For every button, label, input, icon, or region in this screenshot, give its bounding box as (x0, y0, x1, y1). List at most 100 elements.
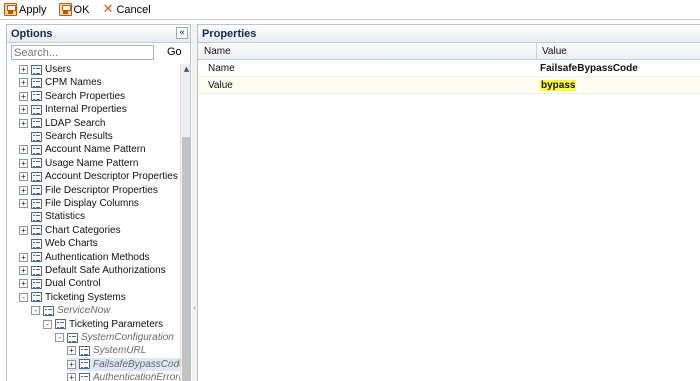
expand-node-icon[interactable]: + (19, 145, 28, 155)
tree-item[interactable]: + SystemURL (67, 344, 180, 357)
tree-item[interactable]: + Authentication Methods (19, 251, 180, 264)
tree-item[interactable]: + FailsafeBypassCode (67, 357, 180, 371)
property-name-cell: Name (208, 63, 235, 74)
ok-label: OK (73, 3, 90, 16)
expand-node-icon[interactable]: + (67, 373, 76, 381)
go-button[interactable]: Go (167, 46, 182, 58)
settings-node-icon (31, 131, 42, 142)
tree-item-label: Statistics (45, 211, 86, 223)
tree-item[interactable]: - Ticketing Parameters (43, 318, 180, 331)
settings-node-icon (31, 225, 42, 236)
tree-item[interactable]: Search Results (19, 130, 180, 143)
scroll-up-icon[interactable]: ▲ (181, 64, 190, 74)
property-name-cell: Value (208, 80, 233, 91)
ok-button[interactable]: OK (58, 2, 90, 18)
expand-node-icon[interactable]: + (19, 158, 28, 168)
tree-item[interactable]: - ServiceNow (31, 304, 180, 317)
tree-item[interactable]: Web Charts (19, 237, 180, 250)
collapse-node-icon[interactable]: - (19, 292, 28, 302)
expand-node-icon[interactable]: + (19, 185, 28, 195)
toolbar-divider (0, 19, 700, 20)
tree-item[interactable]: + Internal Properties (19, 103, 180, 116)
tree-item-label: Users (45, 64, 72, 75)
tree-item-label: Ticketing Systems (45, 291, 126, 303)
tree-item-label: File Descriptor Properties (45, 184, 158, 196)
expand-node-icon[interactable]: + (19, 105, 28, 115)
column-header-name[interactable]: Name (198, 43, 231, 60)
expand-node-icon[interactable]: + (19, 279, 28, 289)
properties-panel-header: Properties (198, 25, 700, 43)
tree-item[interactable]: + Usage Name Pattern (19, 157, 180, 170)
apply-button[interactable]: Apply (4, 2, 47, 18)
options-scrollbar[interactable]: ▲ (180, 64, 190, 381)
property-value-highlighted: bypass (540, 80, 577, 91)
property-value-cell[interactable]: FailsafeBypassCode (536, 60, 638, 77)
tree-item-label: File Display Columns (45, 198, 139, 209)
properties-panel: Properties Name Value Name FailsafeBypas… (197, 24, 700, 381)
tree-item[interactable]: + File Display Columns (19, 197, 180, 210)
search-row: Go (7, 43, 190, 63)
tree-item[interactable]: + LDAP Search (19, 117, 180, 130)
scrollbar-thumb[interactable] (182, 137, 190, 381)
expand-node-icon[interactable]: + (19, 118, 28, 128)
property-value-cell[interactable]: bypass (536, 77, 577, 94)
settings-node-icon (31, 91, 42, 102)
settings-node-icon (79, 359, 90, 370)
cancel-label: Cancel (116, 3, 151, 16)
collapse-node-icon[interactable]: - (43, 319, 52, 329)
tree-item-label: Search Results (45, 131, 113, 142)
toolbar: Apply OK ✕ Cancel (0, 0, 700, 19)
tree-item-label: Search Properties (45, 90, 126, 102)
property-row-name[interactable]: Name FailsafeBypassCode (198, 60, 700, 77)
options-title: Options (11, 28, 53, 40)
tree-item[interactable]: + File Descriptor Properties (19, 184, 180, 197)
cancel-button[interactable]: ✕ Cancel (101, 2, 150, 18)
settings-node-icon (31, 211, 42, 222)
expand-node-icon[interactable]: + (19, 78, 28, 88)
tree-item-label: SystemURL (93, 345, 147, 357)
options-panel: Options « Go + Users + CPM Names + Search Pro… (6, 24, 191, 381)
expand-node-icon[interactable]: + (19, 266, 28, 275)
settings-node-icon (31, 77, 42, 88)
settings-node-icon (31, 265, 42, 276)
tree-item[interactable]: + Search Properties (19, 90, 180, 103)
collapse-node-icon[interactable]: - (31, 306, 40, 316)
tree-item-label: Chart Categories (45, 224, 121, 236)
tree-item-label: Account Name Pattern (45, 144, 146, 156)
tree-item-label: CPM Names (45, 77, 102, 89)
expand-node-icon[interactable]: + (19, 225, 28, 235)
expand-node-icon[interactable]: + (67, 359, 76, 369)
property-row-value[interactable]: Value bypass (198, 77, 700, 94)
properties-grid-header: Name Value (198, 43, 700, 60)
tree-item[interactable]: - SystemConfiguration (55, 331, 180, 344)
tree-item[interactable]: + Account Name Pattern (19, 143, 180, 156)
save-icon (4, 3, 17, 16)
settings-node-icon (31, 64, 42, 75)
expand-node-icon[interactable]: + (19, 252, 28, 262)
settings-node-icon (31, 292, 42, 303)
tree-item[interactable]: + AuthenticationErrorMes (67, 371, 180, 381)
tree-item-label: FailsafeBypassCode (93, 358, 180, 370)
expand-node-icon[interactable]: + (19, 91, 28, 101)
tree-item-label: Usage Name Pattern (45, 157, 139, 169)
search-input[interactable] (11, 45, 154, 60)
tree-item[interactable]: + Dual Control (19, 277, 180, 290)
settings-node-icon (31, 238, 42, 249)
tree-item[interactable]: + Default Safe Authorizations (19, 264, 180, 277)
collapse-panel-button[interactable]: « (176, 27, 188, 39)
expand-node-icon[interactable]: + (19, 199, 28, 208)
tree-item[interactable]: + Chart Categories (19, 224, 180, 237)
collapse-node-icon[interactable]: - (55, 333, 64, 342)
tree-item[interactable]: + Account Descriptor Properties (19, 170, 180, 183)
tree-item[interactable]: - Ticketing Systems (19, 291, 180, 304)
settings-node-icon (43, 305, 54, 316)
tree-item[interactable]: Statistics (19, 210, 180, 223)
save-icon (58, 3, 72, 16)
settings-node-icon (31, 104, 42, 115)
expand-node-icon[interactable]: + (19, 172, 28, 182)
expand-node-icon[interactable]: + (67, 346, 76, 356)
tree-item[interactable]: + Users (19, 64, 180, 76)
expand-node-icon[interactable]: + (19, 65, 28, 74)
column-header-value[interactable]: Value (536, 43, 567, 60)
tree-item[interactable]: + CPM Names (19, 76, 180, 89)
